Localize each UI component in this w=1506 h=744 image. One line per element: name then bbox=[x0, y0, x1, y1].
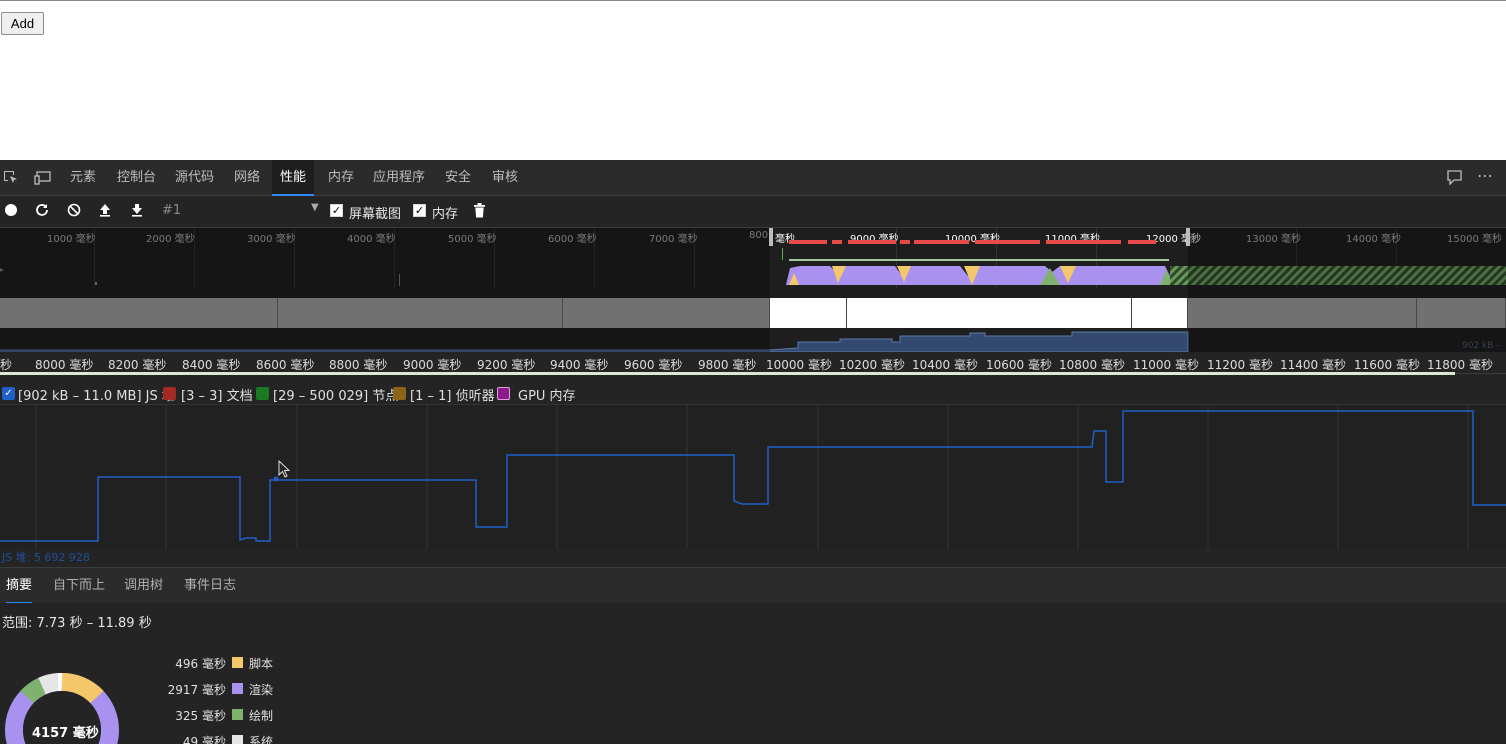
tab-network[interactable]: 网络 bbox=[226, 160, 268, 196]
tab-bottom-up[interactable]: 自下而上 bbox=[53, 568, 105, 604]
scripting-color-swatch bbox=[232, 657, 243, 668]
timeline-ruler: 秒 8000 毫秒 8200 毫秒 8400 毫秒 8600 毫秒 8800 毫… bbox=[0, 352, 1506, 374]
legend-documents: [3 – 3] 文档 bbox=[181, 389, 253, 404]
reload-record-icon[interactable] bbox=[35, 203, 49, 221]
tab-sources[interactable]: 源代码 bbox=[167, 160, 222, 196]
tab-memory[interactable]: 内存 bbox=[320, 160, 362, 196]
memory-label: 内存 bbox=[432, 207, 459, 222]
add-button[interactable]: Add bbox=[1, 12, 44, 35]
listeners-checkbox[interactable] bbox=[393, 387, 406, 400]
ruler-tick: 9600 毫秒 bbox=[624, 358, 683, 372]
ruler-tick: 9200 毫秒 bbox=[477, 358, 536, 372]
js-heap-checkbox[interactable]: ✓ bbox=[2, 387, 15, 400]
tab-event-log[interactable]: 事件日志 bbox=[184, 568, 236, 604]
summary-total: 4157 毫秒 bbox=[32, 726, 99, 741]
ruler-tick: 10400 毫秒 bbox=[912, 358, 978, 372]
nodes-checkbox[interactable] bbox=[256, 387, 269, 400]
performance-toolbar: #1 ▼ ✓ 屏幕截图 ✓ 内存 bbox=[0, 196, 1506, 228]
ruler-tick: 11800 毫秒 bbox=[1427, 358, 1493, 372]
legend-listeners: [1 – 1] 侦听器 bbox=[410, 389, 495, 404]
ruler-tick: 11600 毫秒 bbox=[1354, 358, 1420, 372]
ruler-tick: 11000 毫秒 bbox=[1133, 358, 1199, 372]
summary-row-system: 49 毫秒 系统 bbox=[182, 735, 274, 744]
ruler-tick: 10000 毫秒 bbox=[766, 358, 832, 372]
summary-row-scripting: 496 毫秒 脚本 bbox=[175, 657, 274, 671]
summary-row-rendering: 2917 毫秒 渲染 bbox=[167, 683, 274, 697]
feedback-icon[interactable] bbox=[1446, 170, 1464, 189]
tab-performance[interactable]: 性能 bbox=[272, 160, 315, 196]
garbage-collect-icon[interactable] bbox=[473, 203, 486, 222]
inspect-element-icon[interactable] bbox=[3, 170, 19, 189]
ruler-tick: 9800 毫秒 bbox=[698, 358, 757, 372]
timeline-overview[interactable]: 1000 毫秒 2000 毫秒 3000 毫秒 4000 毫秒 5000 毫秒 … bbox=[0, 228, 1506, 352]
ruler-tick: 9400 毫秒 bbox=[550, 358, 609, 372]
system-color-swatch bbox=[232, 735, 243, 744]
summary-panel: 范围: 7.73 秒 – 11.89 秒 4157 毫秒 496 毫秒 脚本 2 bbox=[0, 603, 1506, 744]
screenshots-checkbox[interactable]: ✓ bbox=[330, 204, 343, 217]
load-profile-icon[interactable] bbox=[98, 203, 112, 221]
legend-nodes: [29 – 500 029] 节点 bbox=[273, 389, 399, 404]
timeline-horizontal-scrollbar[interactable] bbox=[0, 372, 1455, 375]
overview-dim-left bbox=[0, 228, 770, 352]
overview-dim-right bbox=[1188, 228, 1506, 352]
ruler-tick: 10200 毫秒 bbox=[839, 358, 905, 372]
device-emulation-icon[interactable] bbox=[34, 170, 52, 189]
ruler-tick: 8000 毫秒 bbox=[35, 358, 94, 372]
summary-row-painting: 325 毫秒 绘制 bbox=[175, 709, 274, 723]
memory-checkbox[interactable]: ✓ bbox=[413, 204, 426, 217]
mouse-cursor-icon bbox=[278, 459, 291, 481]
tab-security[interactable]: 安全 bbox=[437, 160, 479, 196]
js-heap-graph[interactable] bbox=[0, 404, 1506, 549]
range-handle-right[interactable] bbox=[1186, 228, 1190, 246]
more-options-icon[interactable]: ⋯ bbox=[1477, 168, 1493, 184]
screenshots-label: 屏幕截图 bbox=[349, 207, 402, 222]
tab-console[interactable]: 控制台 bbox=[109, 160, 164, 196]
ruler-tick: 10600 毫秒 bbox=[986, 358, 1052, 372]
ruler-tick: 11200 毫秒 bbox=[1207, 358, 1273, 372]
devtools-tab-bar: 元素 控制台 源代码 网络 性能 内存 应用程序 安全 审核 ⋯ bbox=[0, 160, 1506, 196]
ruler-tick: 8400 毫秒 bbox=[182, 358, 241, 372]
summary-range: 范围: 7.73 秒 – 11.89 秒 bbox=[2, 616, 152, 631]
documents-checkbox[interactable] bbox=[163, 387, 176, 400]
tab-elements[interactable]: 元素 bbox=[62, 160, 104, 196]
profile-select[interactable]: #1 bbox=[162, 203, 181, 218]
legend-js-heap: [902 kB – 11.0 MB] JS 堆 bbox=[18, 389, 175, 404]
save-profile-icon[interactable] bbox=[130, 203, 144, 221]
js-heap-readout: JS 堆: 5 692 928 bbox=[2, 551, 90, 564]
ruler-tick: 秒 bbox=[0, 358, 13, 372]
range-handle-left[interactable] bbox=[769, 228, 773, 246]
memory-counters-legend: ✓ [902 kB – 11.0 MB] JS 堆 [3 – 3] 文档 [29… bbox=[0, 382, 1506, 404]
ruler-tick: 8200 毫秒 bbox=[108, 358, 167, 372]
devtools-panel: 元素 控制台 源代码 网络 性能 内存 应用程序 安全 审核 ⋯ #1 ▼ ✓ … bbox=[0, 160, 1506, 744]
details-tab-bar: 摘要 自下而上 调用树 事件日志 bbox=[0, 567, 1506, 604]
painting-color-swatch bbox=[232, 709, 243, 720]
record-icon[interactable] bbox=[4, 203, 18, 221]
tab-summary[interactable]: 摘要 bbox=[6, 568, 33, 604]
clear-icon[interactable] bbox=[67, 203, 81, 221]
ruler-tick: 10800 毫秒 bbox=[1059, 358, 1125, 372]
ruler-tick: 11400 毫秒 bbox=[1280, 358, 1346, 372]
chevron-down-icon[interactable]: ▼ bbox=[311, 202, 319, 213]
web-page-area: Add bbox=[0, 0, 1506, 160]
tab-audits[interactable]: 审核 bbox=[484, 160, 526, 196]
tab-application[interactable]: 应用程序 bbox=[365, 160, 433, 196]
rendering-color-swatch bbox=[232, 683, 243, 694]
ruler-tick: 8600 毫秒 bbox=[256, 358, 315, 372]
ruler-tick: 8800 毫秒 bbox=[329, 358, 388, 372]
ruler-tick: 9000 毫秒 bbox=[403, 358, 462, 372]
gpu-memory-checkbox[interactable] bbox=[497, 387, 510, 400]
tab-call-tree[interactable]: 调用树 bbox=[124, 568, 163, 604]
legend-gpu-memory: GPU 内存 bbox=[518, 389, 576, 404]
